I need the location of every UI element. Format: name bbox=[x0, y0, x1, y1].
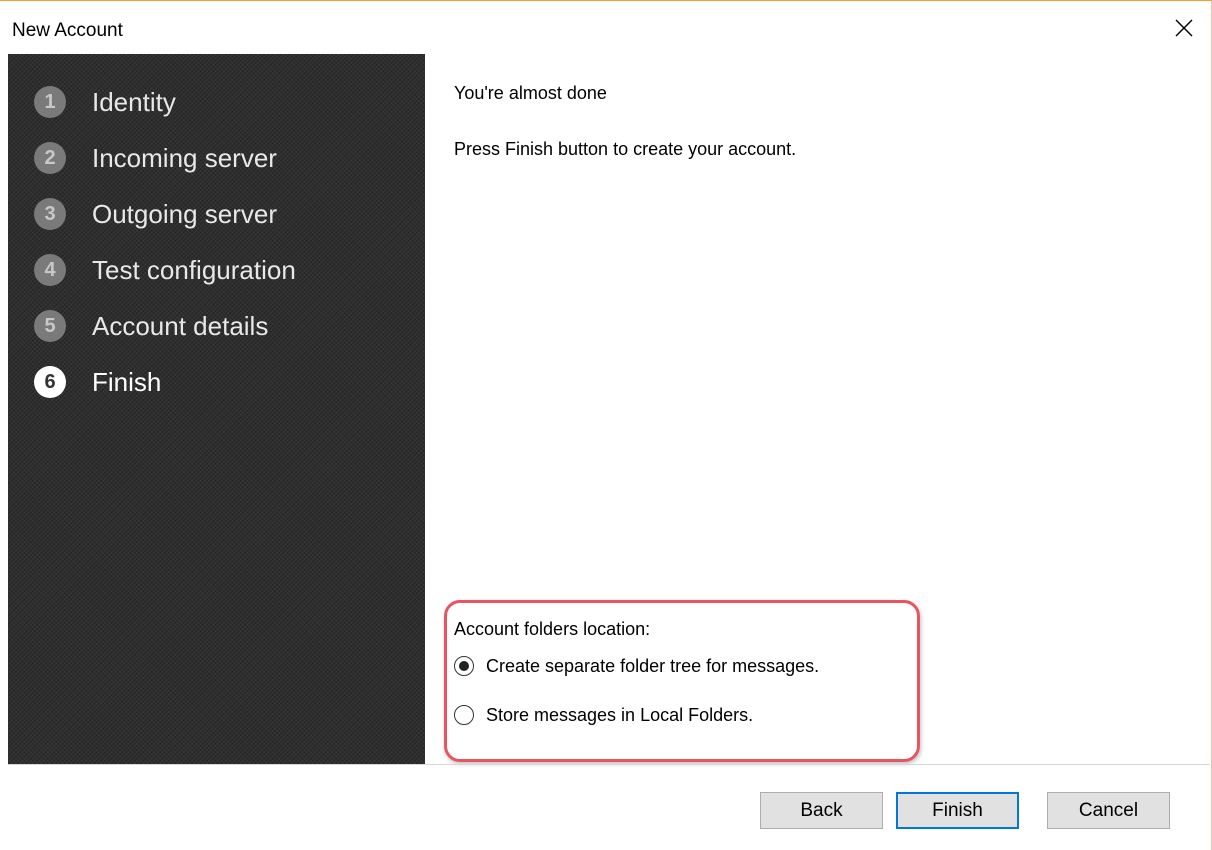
step-label: Account details bbox=[92, 310, 269, 341]
step-account-details: 5 Account details bbox=[34, 306, 414, 346]
title-bar: New Account bbox=[0, 1, 1210, 54]
close-icon bbox=[1175, 19, 1193, 36]
close-button[interactable] bbox=[1158, 1, 1210, 54]
radio-label: Create separate folder tree for messages… bbox=[486, 655, 820, 676]
folders-location-label: Account folders location: bbox=[454, 619, 651, 639]
radio-separate-folder-tree[interactable]: Create separate folder tree for messages… bbox=[454, 653, 819, 679]
step-number-badge: 4 bbox=[34, 254, 66, 286]
cancel-button[interactable]: Cancel bbox=[1047, 792, 1170, 829]
step-number-badge: 2 bbox=[34, 142, 66, 174]
step-number-badge-active: 6 bbox=[34, 366, 66, 398]
step-label: Test configuration bbox=[92, 254, 296, 285]
step-outgoing-server: 3 Outgoing server bbox=[34, 194, 414, 234]
step-test-configuration: 4 Test configuration bbox=[34, 250, 414, 290]
radio-button-checked[interactable] bbox=[454, 656, 474, 676]
finish-button[interactable]: Finish bbox=[896, 792, 1019, 829]
step-incoming-server: 2 Incoming server bbox=[34, 138, 414, 178]
window-title: New Account bbox=[12, 20, 123, 41]
step-label-active: Finish bbox=[92, 366, 162, 397]
step-label: Incoming server bbox=[92, 142, 277, 173]
back-button[interactable]: Back bbox=[760, 792, 883, 829]
step-finish: 6 Finish bbox=[34, 362, 414, 402]
instruction-text: Press Finish button to create your accou… bbox=[454, 139, 797, 159]
step-number-badge: 3 bbox=[34, 198, 66, 230]
radio-button-unchecked[interactable] bbox=[454, 705, 474, 725]
new-account-window: New Account 1 Identity 2 Incoming server… bbox=[0, 0, 1212, 850]
footer-divider bbox=[8, 764, 1210, 765]
wizard-content: You're almost done Press Finish button t… bbox=[425, 54, 1210, 764]
radio-dot bbox=[459, 661, 469, 671]
radio-local-folders[interactable]: Store messages in Local Folders. bbox=[454, 702, 753, 728]
step-label: Identity bbox=[92, 86, 176, 117]
step-identity: 1 Identity bbox=[34, 82, 414, 122]
wizard-steps-sidebar: 1 Identity 2 Incoming server 3 Outgoing … bbox=[8, 54, 425, 764]
page-heading: You're almost done bbox=[454, 83, 607, 103]
radio-label: Store messages in Local Folders. bbox=[486, 704, 754, 725]
step-number-badge: 5 bbox=[34, 310, 66, 342]
step-label: Outgoing server bbox=[92, 198, 277, 229]
step-number-badge: 1 bbox=[34, 86, 66, 118]
